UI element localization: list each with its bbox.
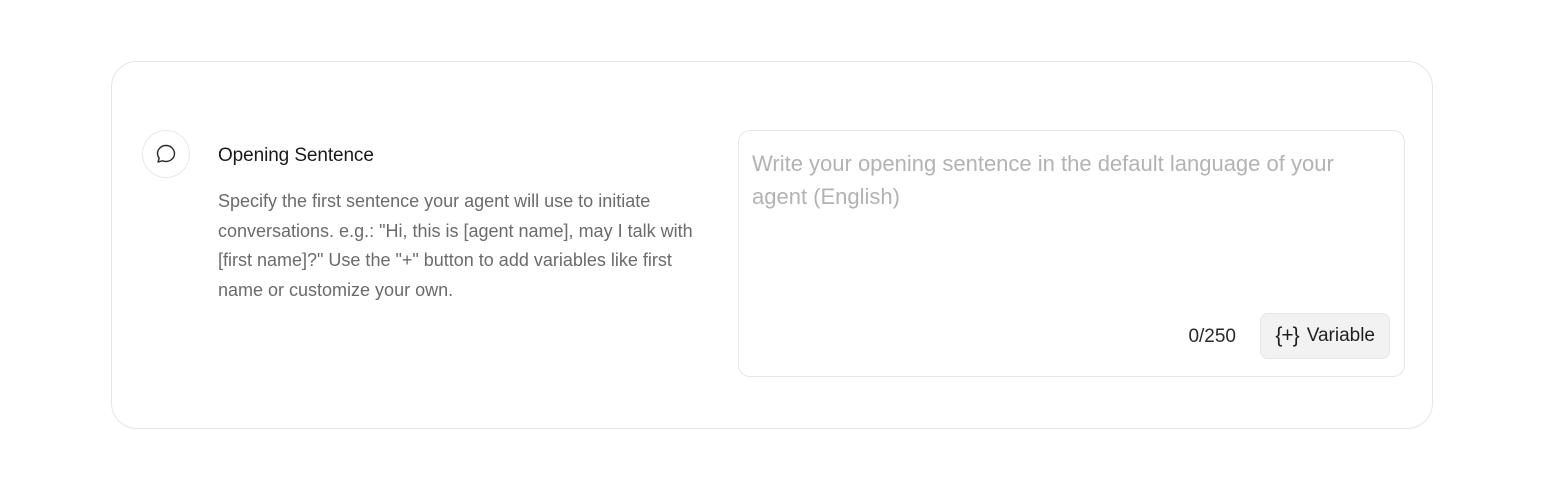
opening-sentence-card: Opening Sentence Specify the first sente… xyxy=(111,61,1433,429)
opening-sentence-input[interactable] xyxy=(752,147,1382,277)
section-title: Opening Sentence xyxy=(218,145,374,166)
opening-sentence-editor: 0/250 {+} Variable xyxy=(738,130,1405,377)
add-variable-label: Variable xyxy=(1306,325,1375,346)
section-description: Specify the first sentence your agent wi… xyxy=(218,191,693,300)
chat-bubble-icon xyxy=(142,130,190,178)
braces-plus-icon: {+} xyxy=(1275,324,1299,347)
add-variable-button[interactable]: {+} Variable xyxy=(1260,313,1390,359)
character-counter: 0/250 xyxy=(1188,326,1236,347)
